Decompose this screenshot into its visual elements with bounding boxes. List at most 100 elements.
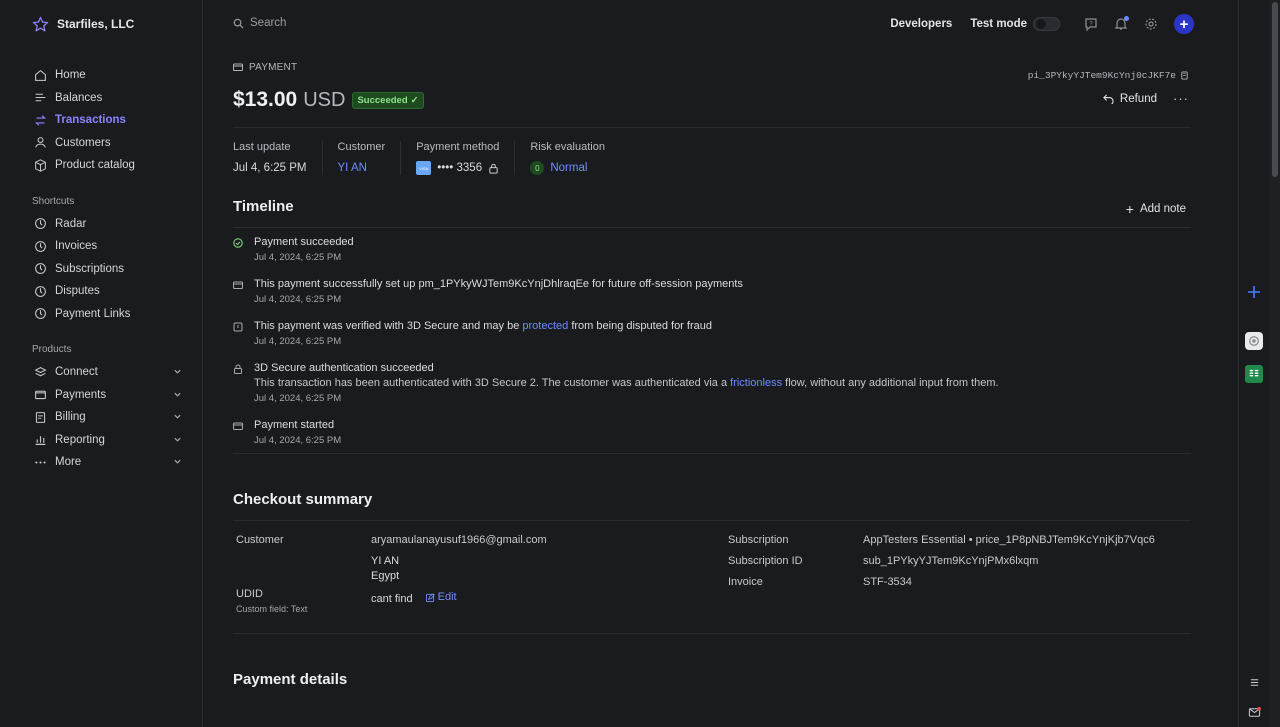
subscription-label: Subscription: [728, 534, 789, 546]
products-heading: Products: [32, 344, 72, 355]
sidebar-item-product-catalog[interactable]: Product catalog: [0, 154, 202, 177]
payment-details-title: Payment details: [233, 671, 348, 688]
payment-id-text: pi_3PYkyYJTem9KcYnj0cJKF7e: [1027, 70, 1176, 81]
payment-label-text: PAYMENT: [249, 61, 298, 73]
invoice-label: Invoice: [728, 576, 763, 588]
test-mode-label: Test mode: [970, 18, 1027, 30]
customer-country: Egypt: [371, 570, 400, 582]
sidebar: Starfiles, LLC Home Balances Transaction…: [0, 0, 203, 727]
product-payments[interactable]: Payments: [0, 384, 202, 407]
create-button[interactable]: +: [1174, 14, 1194, 34]
clock-icon: [35, 218, 46, 230]
bar-chart-icon: [35, 436, 46, 446]
refund-label: Refund: [1119, 92, 1157, 105]
product-billing[interactable]: Billing: [0, 406, 202, 429]
clock-icon: [35, 308, 46, 320]
list-icon: [1250, 678, 1258, 686]
product-more[interactable]: More: [0, 451, 202, 474]
sidebar-item-balances[interactable]: Balances: [0, 87, 202, 110]
search-input[interactable]: Search: [250, 17, 286, 29]
clock-icon: [35, 263, 46, 275]
risk-link[interactable]: Normal: [550, 162, 587, 174]
rail-feedback-button[interactable]: [1245, 703, 1263, 721]
event-title: This payment was verified with 3D Secure…: [254, 319, 1191, 334]
account-switcher[interactable]: Starfiles, LLC: [0, 14, 202, 34]
clock-icon: [35, 240, 46, 252]
product-label: Reporting: [55, 433, 105, 446]
timeline-title: Timeline: [233, 198, 294, 215]
mail-icon: [1248, 706, 1261, 717]
visa-card-icon: VISA: [416, 161, 432, 175]
chevron-down-icon[interactable]: [173, 390, 182, 399]
add-note-button[interactable]: + Add note: [1126, 201, 1186, 217]
more-actions-button[interactable]: ···: [1173, 91, 1189, 106]
plus-icon: +: [1125, 201, 1134, 217]
product-connect[interactable]: Connect: [0, 361, 202, 384]
invoice-link[interactable]: STF-3534: [863, 575, 912, 590]
shortcut-subscriptions[interactable]: Subscriptions: [0, 258, 202, 281]
shortcut-payment-links[interactable]: Payment Links: [0, 303, 202, 326]
scroll-thumb[interactable]: [1272, 2, 1278, 177]
event-title: Payment started: [254, 419, 335, 431]
product-reporting[interactable]: Reporting: [0, 429, 202, 452]
subscription-link[interactable]: AppTesters Essential • price_1P8pNBJTem9…: [863, 533, 1155, 548]
udid-sublabel: Custom field: Text: [236, 604, 308, 614]
timeline-event: Payment started Jul 4, 2024, 6:25 PM: [233, 418, 1191, 453]
meta-value: 0 Normal: [530, 161, 605, 175]
test-mode-toggle[interactable]: [1033, 17, 1060, 31]
star-logo-icon: [32, 16, 49, 31]
rail-app-button[interactable]: [1245, 332, 1263, 350]
chevron-down-icon[interactable]: [173, 435, 182, 444]
payment-actions: Refund ···: [1103, 91, 1189, 106]
rail-menu-button[interactable]: [1245, 673, 1263, 691]
sidebar-item-transactions[interactable]: Transactions: [0, 109, 202, 132]
wallet-icon: [35, 390, 46, 400]
notifications-button[interactable]: [1114, 16, 1129, 31]
event-date: Jul 4, 2024, 6:25 PM: [254, 336, 342, 347]
payment-id[interactable]: pi_3PYkyYJTem9KcYnj0cJKF7e: [1028, 70, 1189, 81]
sidebar-item-home[interactable]: Home: [0, 64, 202, 87]
sidebar-item-customers[interactable]: Customers: [0, 132, 202, 155]
rail-add-button[interactable]: [1245, 283, 1263, 301]
refund-button[interactable]: Refund: [1103, 93, 1157, 105]
rail-sheets-button[interactable]: [1245, 365, 1263, 383]
frictionless-link[interactable]: frictionless: [730, 377, 782, 389]
help-icon: ?: [1085, 18, 1097, 32]
help-button[interactable]: ?: [1084, 17, 1098, 32]
subscription-id-label: Subscription ID: [728, 555, 803, 567]
topbar-actions: Developers Test mode ? +: [890, 14, 1194, 34]
developers-link[interactable]: Developers: [890, 18, 952, 30]
meta-payment-method: Payment method VISA •••• 3356: [416, 141, 516, 175]
meta-value: Jul 4, 6:25 PM: [233, 162, 307, 174]
settings-button[interactable]: [1144, 17, 1158, 31]
chevron-down-icon[interactable]: [173, 457, 182, 466]
copy-icon[interactable]: [1180, 71, 1189, 80]
customer-name: YI AN: [371, 555, 400, 567]
check-icon: ✓: [410, 94, 419, 106]
edit-udid-button[interactable]: Edit: [425, 590, 457, 605]
customer-link[interactable]: YI AN: [338, 161, 386, 175]
chevron-down-icon[interactable]: [173, 367, 182, 376]
timeline-event: This payment was verified with 3D Secure…: [233, 319, 1191, 361]
shortcut-disputes[interactable]: Disputes: [0, 280, 202, 303]
udid-value: cant find: [371, 593, 413, 605]
event-description: This transaction has been authenticated …: [254, 376, 1191, 391]
amount-row: $13.00 USD Succeeded ✓: [233, 87, 1191, 113]
more-dots-icon: [35, 461, 46, 464]
shortcut-invoices[interactable]: Invoices: [0, 235, 202, 258]
timeline-header: Timeline + Add note: [233, 198, 1191, 218]
subscription-id-link[interactable]: sub_1PYkyYJTem9KcYnjPMx6lxqm: [863, 554, 1038, 569]
topbar: Search Developers Test mode ? +: [203, 0, 1238, 48]
customer-email-link[interactable]: aryamaulanayusuf1966@gmail.com: [371, 533, 547, 548]
search-bar[interactable]: Search: [233, 17, 286, 29]
chevron-down-icon[interactable]: [173, 412, 182, 421]
sidebar-item-label: Product catalog: [55, 159, 135, 172]
shortcut-radar[interactable]: Radar: [0, 213, 202, 236]
udid-label: UDID: [236, 588, 263, 600]
scrollbar[interactable]: [1269, 0, 1280, 727]
event-date: Jul 4, 2024, 6:25 PM: [254, 252, 342, 263]
timeline-event: 3D Secure authentication succeeded This …: [233, 361, 1191, 418]
timeline-list: Payment succeeded Jul 4, 2024, 6:25 PM T…: [233, 235, 1191, 453]
protected-link[interactable]: protected: [522, 320, 568, 332]
box-icon: [35, 159, 46, 172]
